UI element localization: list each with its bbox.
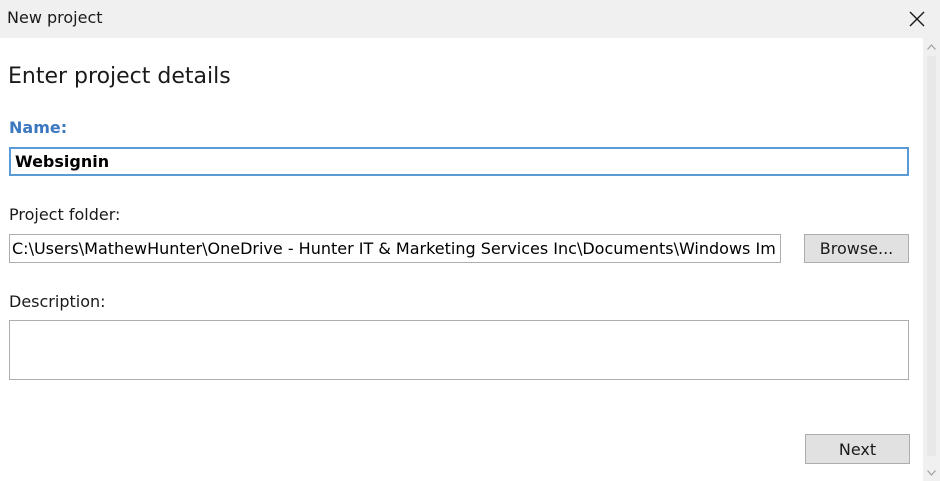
description-input[interactable] (9, 320, 909, 380)
scroll-up-button[interactable] (923, 38, 940, 55)
chevron-down-icon (927, 469, 936, 476)
scroll-down-button[interactable] (923, 464, 940, 481)
close-button[interactable] (894, 0, 940, 38)
browse-button[interactable]: Browse... (804, 234, 909, 263)
project-name-input[interactable] (9, 147, 909, 176)
title-bar: New project (0, 0, 940, 38)
new-project-dialog: New project Enter project details Name: … (0, 0, 940, 481)
close-icon (909, 11, 925, 27)
page-title: Enter project details (8, 64, 231, 89)
next-button[interactable]: Next (805, 434, 910, 464)
project-folder-label: Project folder: (9, 205, 121, 224)
project-folder-input[interactable] (9, 234, 781, 263)
name-label: Name: (9, 118, 68, 137)
chevron-up-icon (927, 43, 936, 50)
window-title: New project (7, 8, 103, 27)
description-label: Description: (9, 292, 106, 311)
scroll-thumb[interactable] (927, 56, 936, 456)
vertical-scrollbar[interactable] (923, 38, 940, 481)
